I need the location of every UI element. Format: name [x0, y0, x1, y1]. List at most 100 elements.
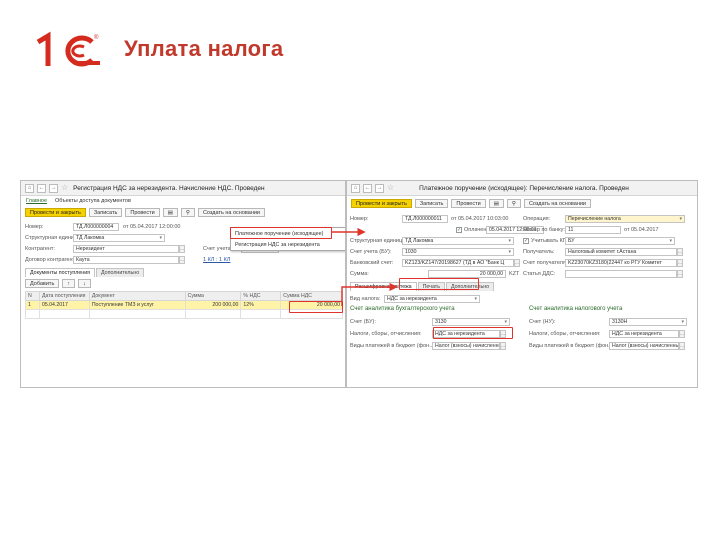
search-icon[interactable]: ⚲	[506, 199, 521, 208]
kbe-field[interactable]: БУ	[565, 236, 675, 245]
create-based-on-button[interactable]: Создать на основании	[523, 199, 591, 208]
date-value[interactable]: от 05.04.2017 12:00:00	[123, 224, 180, 230]
bank-date-value[interactable]: от 05.04.2017	[624, 227, 659, 233]
menu-item-payment-order[interactable]: Платежное поручение (исходящее)	[231, 228, 345, 239]
recipient-select-icon[interactable]: …	[677, 247, 683, 256]
contract-field[interactable]: Каута	[73, 255, 179, 264]
save-button[interactable]: Записать	[414, 199, 449, 208]
move-down-icon[interactable]: ↓	[78, 279, 91, 288]
tax-type-field[interactable]: НДС за нерезидента	[384, 294, 480, 303]
currency-label: KZT	[509, 270, 520, 277]
back-arrow-icon[interactable]: ←	[37, 183, 46, 193]
menu-item-vat-registration[interactable]: Регистрация НДС за нерезидента	[231, 239, 345, 250]
bu-account-field[interactable]: 3130	[432, 317, 510, 326]
dds-select-icon[interactable]: …	[677, 269, 683, 278]
recipient-account-select-icon[interactable]: …	[677, 258, 683, 267]
slide-title: Уплата налога	[124, 36, 284, 61]
nu-section-title: Счет аналитика налогового учета	[529, 306, 623, 312]
bu-section-title: Счет аналитика бухгалтерского учета	[350, 306, 455, 312]
cell-vat-sum: 20 000,00	[280, 300, 343, 310]
toolbar: Провести и закрыть Записать Провести ▤ ⚲…	[21, 207, 345, 218]
cell-n: 1	[25, 300, 40, 310]
recipient-field[interactable]: Налоговый комитет г.Астана	[565, 247, 677, 256]
print-icon[interactable]: ▤	[488, 199, 504, 208]
vat-registration-window: ⌂ ← → ☆ Регистрация НДС за нерезидента. …	[20, 180, 346, 388]
receipts-table: N Дата поступления Документ Сумма % НДС …	[25, 291, 343, 319]
bu-payment-type-select-icon[interactable]: …	[500, 341, 506, 350]
nu-tax-field[interactable]: НДС за нерезидента	[609, 329, 679, 338]
bu-tax-label: Налоги, сборы, отчисления:	[350, 330, 422, 337]
settlement-link[interactable]: 1 КЛ : 1 КЛ	[203, 257, 230, 263]
counterparty-select-icon[interactable]: …	[179, 244, 185, 253]
col-n[interactable]: N	[25, 291, 40, 301]
bu-payment-type-field[interactable]: Налог (взносы) начисленные	[432, 341, 500, 350]
table-row[interactable]: 1 05.04.2017 Поступление ТМЗ и услуг 200…	[25, 300, 343, 310]
payment-order-window: ⌂ ← → ☆ Платежное поручение (исходящее):…	[346, 180, 698, 388]
post-button[interactable]: Провести	[451, 199, 486, 208]
nu-payment-type-select-icon[interactable]: …	[679, 341, 685, 350]
nu-tax-select-icon[interactable]: …	[679, 329, 685, 338]
create-based-on-button[interactable]: Создать на основании	[197, 208, 265, 217]
col-date[interactable]: Дата поступления	[38, 291, 90, 301]
tab-receipt-documents[interactable]: Документы поступления	[25, 268, 96, 277]
nu-payment-type-field[interactable]: Налог (взносы) начисленные	[609, 341, 679, 350]
home-icon[interactable]: ⌂	[25, 183, 34, 193]
nav-tab-access[interactable]: Объекты доступа документов	[55, 198, 131, 204]
tab-additional[interactable]: Дополнительно	[445, 282, 495, 291]
dds-field[interactable]	[565, 269, 677, 278]
bu-tax-field[interactable]: НДС за нерезидента	[432, 329, 500, 338]
cell-date: 05.04.2017	[38, 300, 90, 310]
subdivision-field[interactable]: ТД Лакомка	[73, 233, 165, 242]
tab-print[interactable]: Печать	[417, 282, 445, 291]
sum-field[interactable]: 20 000,00	[428, 269, 506, 278]
subdivision-label: Структурная единица:	[25, 234, 82, 241]
back-arrow-icon[interactable]: ←	[363, 183, 372, 193]
post-button[interactable]: Провести	[125, 208, 160, 217]
post-and-close-button[interactable]: Провести и закрыть	[25, 208, 86, 217]
create-based-on-menu: Платежное поручение (исходящее) Регистра…	[230, 227, 345, 251]
date-value[interactable]: от 05.04.2017 10:03:00	[451, 216, 508, 222]
cell-document: Поступление ТМЗ и услуг	[88, 300, 186, 310]
move-up-icon[interactable]: ↑	[62, 279, 76, 288]
bank-account-field[interactable]: KZ123/KZ147/20198627 (ТД в АО "Банк Ц	[402, 258, 514, 267]
number-field[interactable]: ТД.Л000000004	[73, 222, 119, 231]
subdivision-field[interactable]: ТД Лакомка	[402, 236, 514, 245]
post-and-close-button[interactable]: Провести и закрыть	[351, 199, 412, 208]
tax-type-label: Вид налога:	[350, 295, 381, 302]
kbe-checkbox[interactable]: ✓	[523, 237, 529, 244]
nav-tab-main[interactable]: Главное	[26, 198, 47, 204]
save-button[interactable]: Записать	[88, 208, 123, 217]
recipient-account-field[interactable]: KZ23070КZ3180(22447 ко РГУ Комитет	[565, 258, 677, 267]
bank-account-select-icon[interactable]: …	[514, 258, 520, 267]
favorite-star-icon[interactable]: ☆	[387, 184, 394, 192]
account-bu-field[interactable]: 1030	[402, 247, 514, 256]
bu-tax-select-icon[interactable]: …	[500, 329, 506, 338]
col-sum[interactable]: Сумма	[184, 291, 242, 301]
bu-payment-type-label: Виды платежей в бюджет (фон...	[350, 342, 434, 349]
tab-payment-breakdown[interactable]: Расшифровка платежа	[350, 282, 417, 291]
nav-tabs: Главное Объекты доступа документов	[21, 196, 345, 206]
recipient-account-label: Счет получателя:	[523, 259, 568, 266]
nu-account-field[interactable]: 3130Н	[609, 317, 687, 326]
contract-select-icon[interactable]: …	[179, 255, 185, 264]
print-icon[interactable]: ▤	[162, 208, 178, 217]
counterparty-field[interactable]: Нерезидент	[73, 244, 179, 253]
bank-number-field[interactable]: 11	[565, 225, 621, 234]
favorite-star-icon[interactable]: ☆	[61, 184, 68, 192]
toolbar: Провести и закрыть Записать Провести ▤ ⚲…	[347, 198, 697, 209]
recipient-label: Получатель:	[523, 248, 555, 255]
tab-additional[interactable]: Дополнительно	[96, 268, 145, 277]
add-row-button[interactable]: Добавить	[25, 279, 60, 288]
search-icon[interactable]: ⚲	[180, 208, 195, 217]
col-document[interactable]: Документ	[88, 291, 186, 301]
col-vat-sum[interactable]: Сумма НДС	[280, 291, 343, 301]
col-vat-rate[interactable]: % НДС	[240, 291, 282, 301]
operation-field[interactable]: Перечисление налога	[565, 214, 685, 223]
cell-sum: 200 000,00	[184, 300, 242, 310]
forward-arrow-icon[interactable]: →	[375, 183, 384, 193]
number-field[interactable]: ТД.Л000000011	[402, 214, 448, 223]
number-label: Номер:	[350, 215, 369, 222]
forward-arrow-icon[interactable]: →	[49, 183, 58, 193]
paid-checkbox[interactable]: ✓	[456, 226, 462, 233]
home-icon[interactable]: ⌂	[351, 183, 360, 193]
